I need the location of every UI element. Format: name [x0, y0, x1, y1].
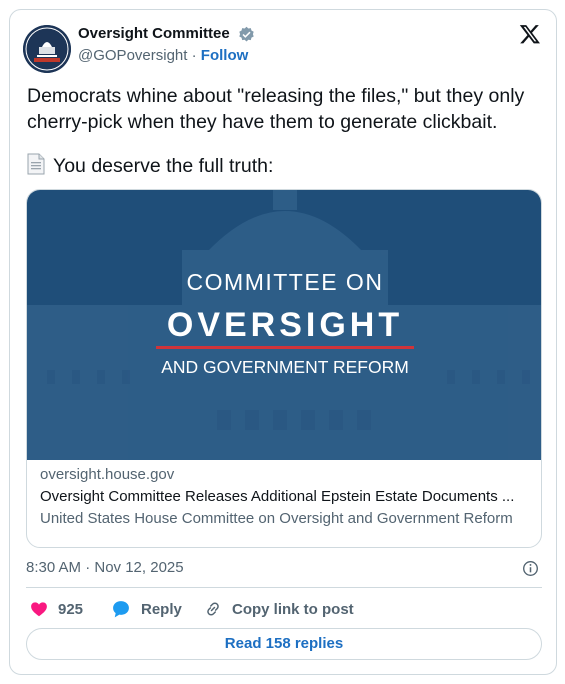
reply-bubble-icon	[113, 601, 129, 618]
x-logo-icon[interactable]	[519, 23, 541, 45]
copy-link-button[interactable]: Copy link to post	[204, 598, 354, 620]
divider	[26, 587, 542, 588]
page-facing-up-icon	[27, 153, 45, 175]
copy-link-label: Copy link to post	[232, 600, 354, 618]
link-domain: oversight.house.gov	[40, 466, 175, 483]
banner-rule	[156, 346, 414, 349]
banner-line-3: AND GOVERNMENT REFORM	[161, 357, 409, 377]
heart-icon	[31, 602, 47, 617]
info-icon[interactable]	[522, 560, 539, 577]
link-chain-icon	[207, 602, 219, 616]
banner-line-1: COMMITTEE ON	[187, 269, 384, 295]
verified-badge-icon	[239, 26, 254, 42]
banner-line-2: OVERSIGHT	[167, 306, 403, 344]
link-preview-card[interactable]: COMMITTEE ON OVERSIGHT AND GOVERNMENT RE…	[26, 189, 542, 548]
committee-seal-icon	[23, 25, 71, 73]
separator-dot: ·	[191, 47, 197, 64]
reply-button[interactable]: Reply	[111, 598, 182, 620]
reply-label: Reply	[141, 600, 182, 618]
tweet-text-2: You deserve the full truth:	[53, 155, 274, 177]
link-description: United States House Committee on Oversig…	[40, 510, 513, 527]
avatar[interactable]	[23, 25, 71, 73]
tweet-timestamp[interactable]: 8:30 AM · Nov 12, 2025	[26, 559, 184, 576]
like-button[interactable]: 925	[30, 598, 83, 620]
link-preview-image: COMMITTEE ON OVERSIGHT AND GOVERNMENT RE…	[27, 190, 541, 460]
account-name[interactable]: Oversight Committee	[78, 25, 230, 42]
handle-row: @GOPoversight · Follow	[78, 47, 248, 64]
link-title: Oversight Committee Releases Additional …	[40, 488, 515, 505]
follow-button[interactable]: Follow	[201, 47, 249, 64]
tweet-text: Democrats whine about "releasing the fil…	[27, 85, 525, 133]
like-count: 925	[58, 600, 84, 618]
read-replies-button[interactable]: Read 158 replies	[26, 628, 542, 660]
account-handle[interactable]: @GOPoversight	[78, 47, 187, 64]
tweet-text-line2: You deserve the full truth:	[27, 153, 273, 179]
